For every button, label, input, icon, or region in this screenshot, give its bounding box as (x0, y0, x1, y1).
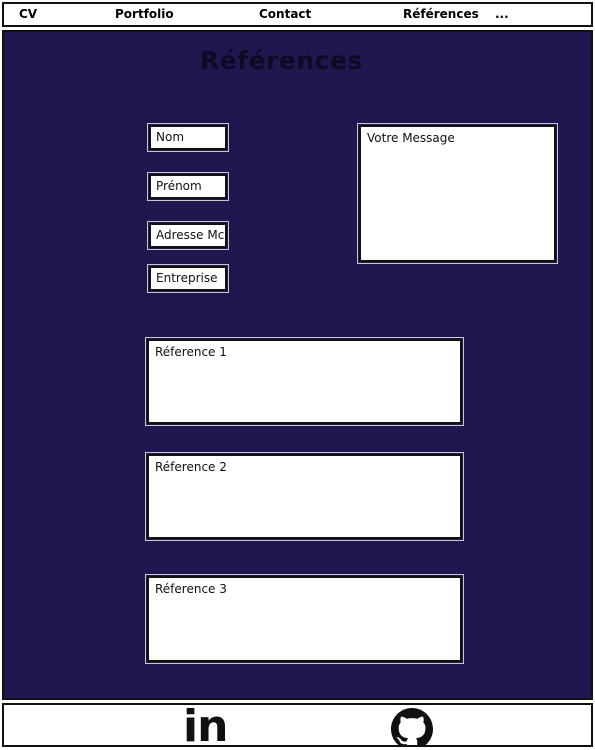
adresse-field[interactable]: Adresse Mc (147, 221, 229, 250)
reference-2-textarea[interactable]: Réference 2 (145, 452, 464, 541)
nav-item-cv[interactable]: CV (19, 7, 37, 21)
reference-1-textarea[interactable]: Réference 1 (145, 337, 464, 426)
top-navigation: CV Portfolio Contact Références ... (2, 2, 593, 27)
github-icon[interactable] (391, 708, 433, 747)
page-title: Références (200, 46, 363, 75)
footer: in (2, 703, 593, 747)
reference-3-textarea[interactable]: Réference 3 (145, 574, 464, 664)
nav-item-portfolio[interactable]: Portfolio (115, 7, 174, 21)
entreprise-field[interactable]: Entreprise (147, 264, 229, 293)
nav-item-more[interactable]: ... (495, 7, 509, 21)
nav-item-references[interactable]: Références (403, 7, 479, 21)
linkedin-icon[interactable]: in (183, 705, 228, 745)
references-section: Références Nom Prénom Adresse Mc Entrepr… (2, 30, 593, 700)
prenom-field[interactable]: Prénom (147, 172, 229, 201)
nav-item-contact[interactable]: Contact (259, 7, 311, 21)
nom-field[interactable]: Nom (147, 123, 229, 152)
message-textarea[interactable]: Votre Message (357, 123, 558, 264)
